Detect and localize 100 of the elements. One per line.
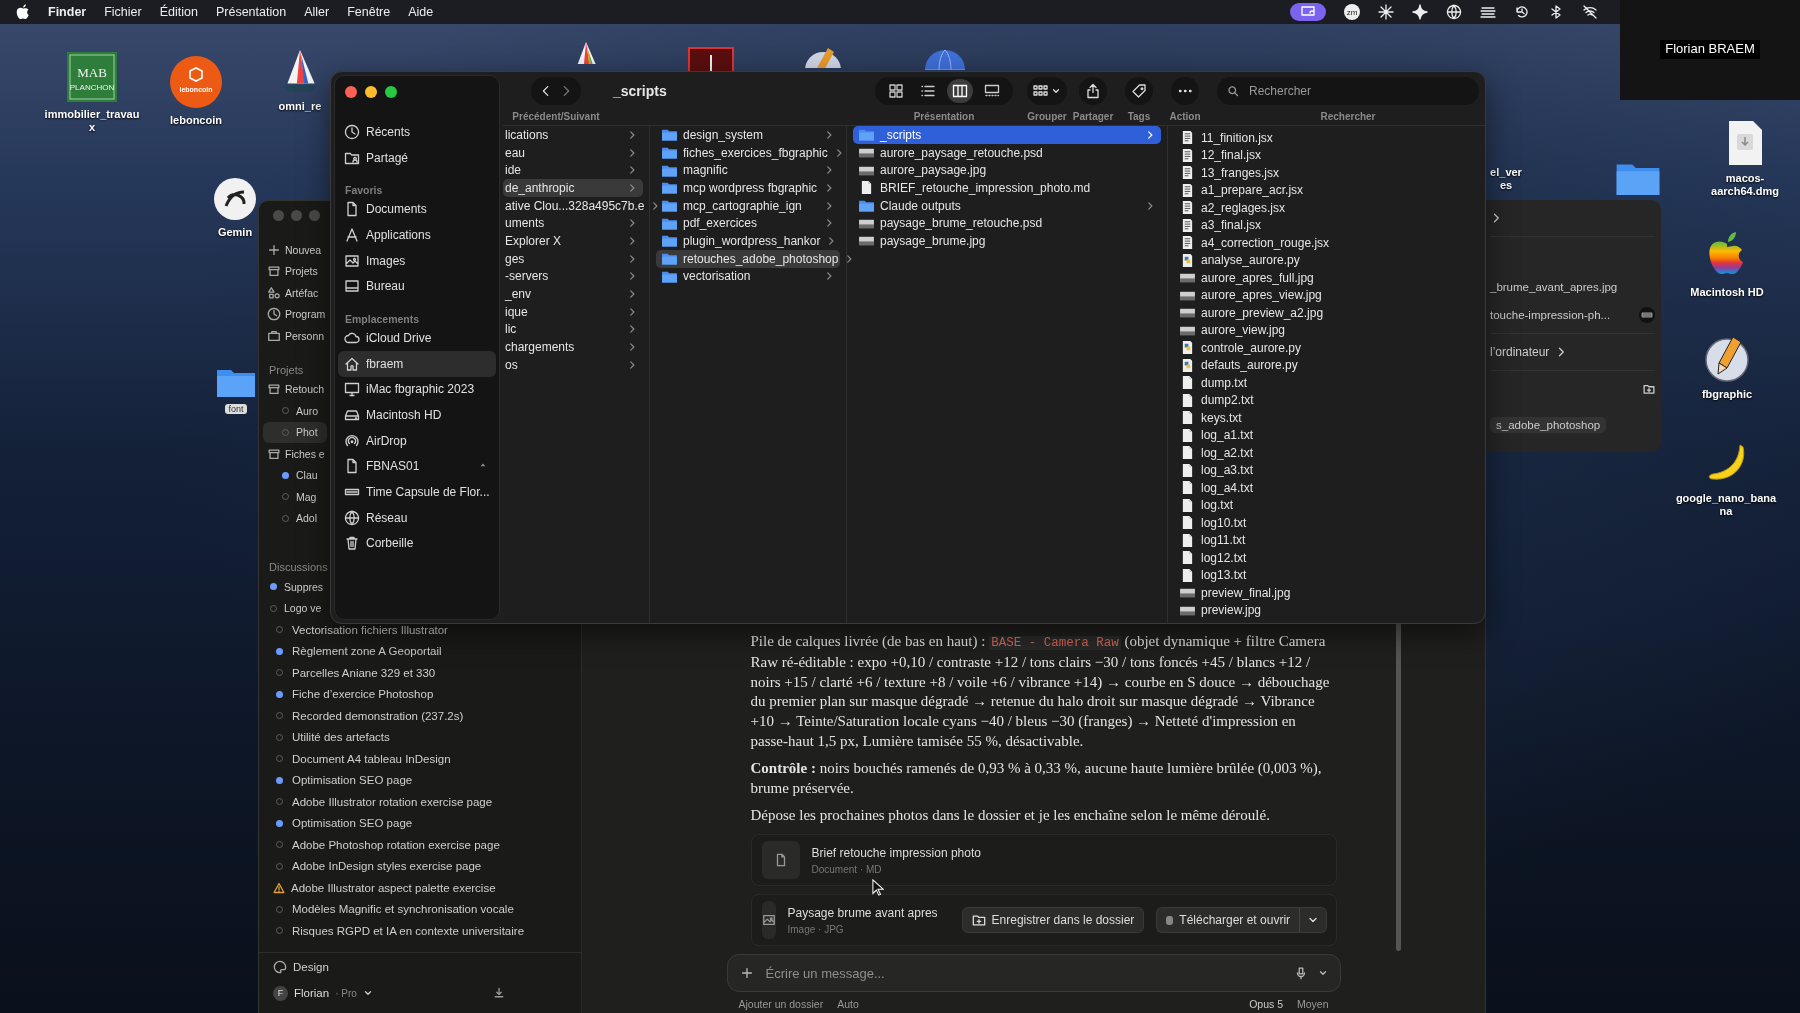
chat-item[interactable]: Adobe Illustrator rotation exercise page xyxy=(292,795,493,808)
chat-item[interactable]: Adol xyxy=(263,507,327,529)
file-row[interactable]: analyse_aurore.py xyxy=(1174,251,1479,269)
file-row[interactable]: 11_finition.jsx xyxy=(1174,129,1479,147)
menu-item[interactable]: Édition xyxy=(159,5,198,19)
sidebar-item[interactable]: Réseau xyxy=(338,504,496,531)
file-row[interactable]: uments xyxy=(503,214,643,233)
chat-item[interactable]: Logo ve xyxy=(284,602,322,615)
chat-item[interactable]: Risques RGPD et IA en contexte universitaire xyxy=(292,924,525,937)
file-row[interactable]: preview_final.jpg xyxy=(1174,584,1479,602)
file-row[interactable]: log12.txt xyxy=(1174,549,1479,567)
chat-item[interactable]: Adobe InDesign styles exercise page xyxy=(292,860,482,873)
view-mode-button[interactable] xyxy=(947,79,973,103)
sidebar-item[interactable]: FBNAS01 xyxy=(338,453,496,480)
file-row[interactable]: paysage_brume.jpg xyxy=(853,232,1161,250)
save-to-folder-button[interactable]: Enregistrer dans le dossier xyxy=(961,907,1145,933)
file-row[interactable]: aurore_paysage_retouche.psd xyxy=(853,143,1161,162)
file-row[interactable]: 13_franges.jsx xyxy=(1174,164,1479,182)
sidebar-item[interactable]: Récents xyxy=(338,119,496,145)
file-row[interactable]: design_system xyxy=(656,126,840,144)
file-row[interactable]: aurore_apres_full.jpg xyxy=(1174,269,1479,287)
storage-icon[interactable] xyxy=(1639,307,1655,323)
file-row[interactable]: eau xyxy=(503,143,643,162)
file-row[interactable]: magnific xyxy=(656,161,840,180)
search-field[interactable]: Rechercher xyxy=(1247,83,1469,99)
file-row[interactable]: de_anthropic xyxy=(503,179,643,197)
file-row[interactable]: a3_final.jsx xyxy=(1174,216,1479,234)
download-icon[interactable] xyxy=(493,987,505,1000)
history-icon[interactable] xyxy=(1514,4,1530,20)
file-row[interactable]: ges xyxy=(503,249,643,268)
file-row[interactable]: ative Clou...328a495c7b.e xyxy=(503,196,643,215)
scrollbar[interactable] xyxy=(1396,621,1401,951)
file-row[interactable]: aurore_apres_view.jpg xyxy=(1174,286,1479,304)
screen-share-button[interactable] xyxy=(1290,3,1326,21)
menu-link[interactable]: l’ordinateur xyxy=(1490,345,1550,359)
chat-item[interactable]: Utilité des artefacts xyxy=(292,731,390,744)
menu-item[interactable]: Présentation xyxy=(215,5,287,19)
sidebar-item[interactable]: iCloud Drive xyxy=(338,325,496,351)
file-row[interactable]: ique xyxy=(503,302,643,321)
file-row[interactable]: preview.jpg xyxy=(1174,601,1479,619)
avatar[interactable]: F xyxy=(273,985,288,1001)
chat-item[interactable]: Phot xyxy=(263,421,327,443)
model-option[interactable]: Opus 5 xyxy=(1249,998,1283,1010)
file-row[interactable]: Explorer X xyxy=(503,232,643,250)
chat-item[interactable]: Fiche d’exercice Photoshop xyxy=(292,688,434,701)
menu-item[interactable]: Fichier xyxy=(104,5,142,19)
nav-item[interactable]: Personn xyxy=(285,329,325,342)
file-row[interactable]: lic xyxy=(503,320,643,339)
chat-item[interactable]: Suppres xyxy=(284,580,324,593)
sidebar-item[interactable]: Macintosh HD xyxy=(338,402,496,428)
pencil-icon[interactable] xyxy=(1703,334,1751,382)
file-row[interactable]: aurore_paysage.jpg xyxy=(853,161,1161,180)
nav-item[interactable]: Program xyxy=(285,308,326,321)
file-row[interactable]: -servers xyxy=(503,267,643,286)
message-field[interactable]: Écrire un message... xyxy=(763,964,1284,982)
chat-item[interactable]: Auro xyxy=(263,400,327,422)
nav-item[interactable]: Projets xyxy=(285,265,318,278)
file-row[interactable]: dump.txt xyxy=(1174,374,1479,392)
sidebar-item[interactable]: fbraem xyxy=(338,350,496,377)
composer-option[interactable]: Ajouter un dossier xyxy=(738,998,824,1010)
composer-option[interactable]: Auto xyxy=(837,998,859,1010)
chat-item[interactable]: Document A4 tableau InDesign xyxy=(292,752,451,765)
minimize-button[interactable] xyxy=(365,86,377,98)
file-row[interactable]: defauts_aurore.py xyxy=(1174,356,1479,374)
file-row[interactable]: Claude outputs xyxy=(853,196,1161,215)
chat-item[interactable]: Optimisation SEO page xyxy=(292,774,413,787)
chat-item[interactable]: Adobe Photoshop rotation exercise page xyxy=(292,838,500,851)
sidebar-item[interactable]: Bureau xyxy=(338,273,496,300)
file-row[interactable]: controle_aurore.py xyxy=(1174,339,1479,357)
file-row[interactable]: log_a2.txt xyxy=(1174,444,1479,462)
group-button[interactable] xyxy=(1027,77,1067,105)
chat-item[interactable]: Modèles Magnific et synchronisation vocale xyxy=(292,903,514,916)
nav-item[interactable]: Artéfac xyxy=(285,286,319,299)
menu-item[interactable]: Aide xyxy=(408,5,434,19)
attachment-card[interactable]: Brief retouche impression photo Document · MD xyxy=(750,834,1337,886)
folder-plus-icon[interactable] xyxy=(1643,383,1655,395)
chat-item[interactable]: Règlement zone A Geoportail xyxy=(292,645,442,658)
file-row[interactable]: 12_final.jsx xyxy=(1174,146,1479,164)
menu-item[interactable]: Fenêtre xyxy=(347,5,391,19)
chat-item[interactable]: Adobe Illustrator aspect palette exercise xyxy=(291,881,496,894)
sidebar-item[interactable]: AirDrop xyxy=(338,427,496,454)
search-box[interactable]: Rechercher xyxy=(1217,77,1479,105)
download-open-button[interactable]: Télécharger et ouvrir xyxy=(1156,907,1301,933)
file-row[interactable]: vectorisation xyxy=(656,267,840,286)
chat-item[interactable]: Clau xyxy=(263,464,327,486)
file-row[interactable]: aurore_view.jpg xyxy=(1174,321,1479,339)
sidebar-item[interactable]: Documents xyxy=(338,196,496,223)
file-row[interactable]: plugin_wordpress_hankor xyxy=(656,232,840,250)
file-row[interactable]: log13.txt xyxy=(1174,566,1479,584)
file-row[interactable]: fiches_exercices_fbgraphic xyxy=(656,143,840,162)
sidebar-item[interactable]: Images xyxy=(338,247,496,274)
file-row[interactable]: pdf_exercices xyxy=(656,214,840,233)
file-row[interactable]: _scripts xyxy=(853,126,1161,144)
disk-image-icon[interactable] xyxy=(1727,120,1763,166)
file-row[interactable]: log10.txt xyxy=(1174,514,1479,532)
file-row[interactable]: log_a4.txt xyxy=(1174,479,1479,497)
zoom-button[interactable] xyxy=(385,86,397,98)
file-row[interactable]: paysage_brume_retouche.psd xyxy=(853,214,1161,233)
sidebar-item[interactable]: Applications xyxy=(338,222,496,248)
file-row[interactable]: _env xyxy=(503,285,643,303)
